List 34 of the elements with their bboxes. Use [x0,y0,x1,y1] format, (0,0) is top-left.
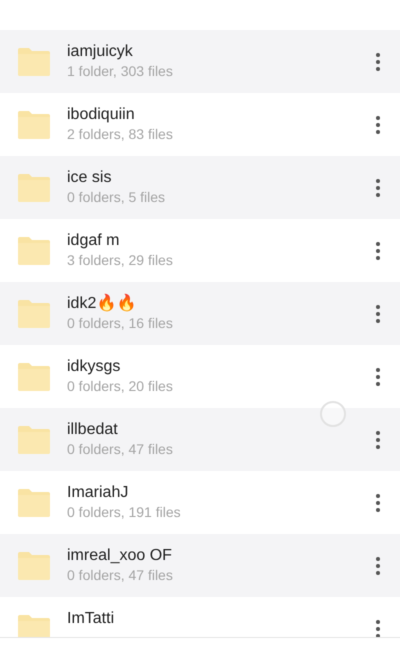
folder-details: 0 folders, 16 files [67,314,174,333]
folder-row[interactable]: imreal_xoo OF 0 folders, 47 files [0,534,400,597]
folder-row[interactable]: illbedat 0 folders, 47 files [0,408,400,471]
folder-icon [17,488,51,518]
folder-details: 0 folders, 5 files [67,188,166,207]
folder-name: idk2🔥🔥 [67,294,138,314]
folder-details: 0 folders, 20 files [67,377,174,396]
folder-name: ImariahJ [67,483,130,503]
folder-name: idgaf m [67,231,120,251]
folder-row[interactable]: iamjuicyk 1 folder, 303 files [0,30,400,93]
folder-icon [17,614,51,637]
folder-name: imreal_xoo OF [67,546,173,566]
folder-details: 1 folder, 303 files [67,62,174,81]
folder-icon [17,424,51,454]
folder-details: 0 folders, 47 files [67,440,174,459]
folder-icon [17,46,51,76]
folder-name: iamjuicyk [67,42,134,62]
folder-icon [17,110,51,140]
folder-name: ice sis [67,168,112,188]
folder-icon [17,362,51,392]
folder-icon [17,172,51,202]
folder-details: 0 folders, 47 files [67,566,174,585]
folder-icon [17,550,51,580]
folder-icon [17,236,51,266]
folder-name: ibodiquiin [67,105,136,125]
folder-name: illbedat [67,420,119,440]
folder-icon [17,298,51,328]
folder-details: 2 folders, 83 files [67,125,174,144]
folder-name: idkysgs [67,357,122,377]
folder-row[interactable]: ice sis 0 folders, 5 files [0,156,400,219]
folder-details: 3 folders, 29 files [67,251,174,270]
folder-details: 0 folders, 191 files [67,503,182,522]
folder-name: ImTatti [67,609,116,629]
touch-indicator [320,401,346,427]
